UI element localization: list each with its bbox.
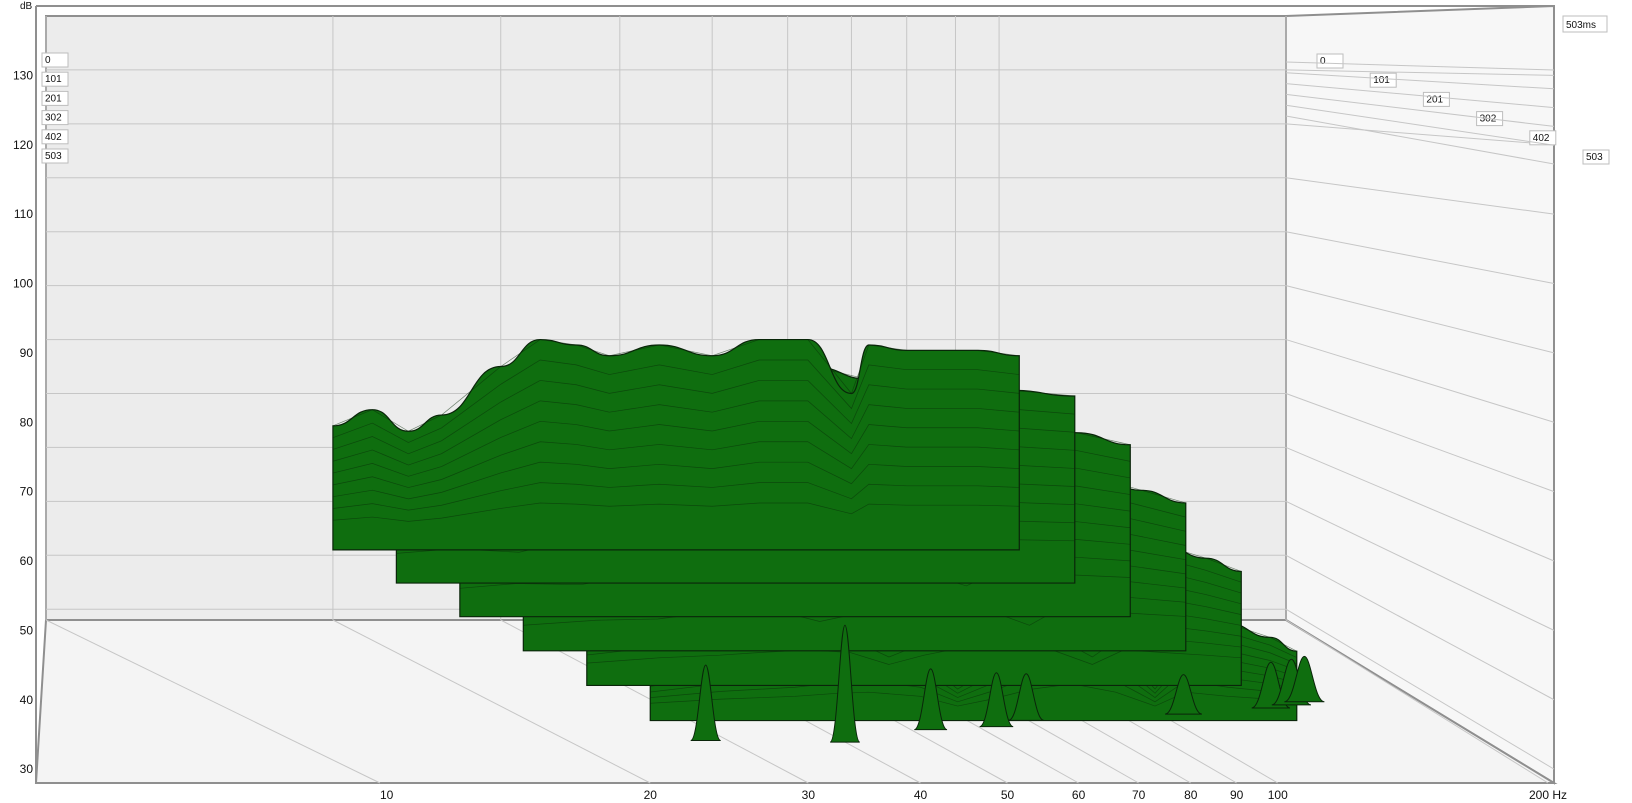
time-tick-label-left: 201 — [45, 93, 62, 104]
x-tick-label: 90 — [1230, 788, 1244, 802]
y-tick-label: 130 — [13, 68, 33, 82]
x-tick-label: 60 — [1072, 788, 1086, 802]
time-tick-label-left: 101 — [45, 74, 62, 85]
y-axis-label: dB — [20, 1, 33, 12]
y-tick-label: 110 — [14, 207, 33, 221]
x-tick-label: 50 — [1001, 788, 1015, 802]
x-tick-label: 80 — [1184, 788, 1198, 802]
time-tick-label-right: 503 — [1586, 152, 1603, 163]
x-tick-label: 10 — [380, 788, 394, 802]
y-tick-label: 80 — [20, 415, 34, 429]
chart-container: 30 40 50 60 70 80 90 100 110 120 130 dB 10 20 30 40 50 60… — [0, 0, 1632, 803]
time-tick-label-left: 302 — [45, 113, 62, 124]
y-tick-label: 70 — [20, 485, 34, 499]
time-tick-label-left: 503 — [45, 151, 62, 162]
y-tick-label: 40 — [20, 693, 34, 707]
y-tick-label: 100 — [13, 277, 33, 291]
time-tick-label-right: 101 — [1373, 75, 1390, 86]
y-tick-label: 30 — [20, 762, 34, 776]
x-tick-label: 200 Hz — [1529, 788, 1567, 802]
time-max-label: 503ms — [1566, 20, 1596, 31]
y-tick-label: 50 — [20, 623, 34, 637]
y-tick-label: 90 — [20, 346, 34, 360]
x-tick-label: 20 — [644, 788, 658, 802]
x-tick-label: 30 — [802, 788, 816, 802]
x-tick-label: 70 — [1132, 788, 1146, 802]
x-tick-label: 100 — [1268, 788, 1288, 802]
time-tick-label-right: 0 — [1320, 56, 1326, 67]
time-tick-label-left: 402 — [45, 132, 62, 143]
time-tick-label-left: 0 — [45, 55, 51, 66]
y-tick-label: 120 — [13, 138, 33, 152]
waterfall-chart: 30 40 50 60 70 80 90 100 110 120 130 dB 10 20 30 40 50 60… — [0, 0, 1632, 803]
x-tick-label: 40 — [914, 788, 928, 802]
y-tick-label: 60 — [20, 554, 34, 568]
